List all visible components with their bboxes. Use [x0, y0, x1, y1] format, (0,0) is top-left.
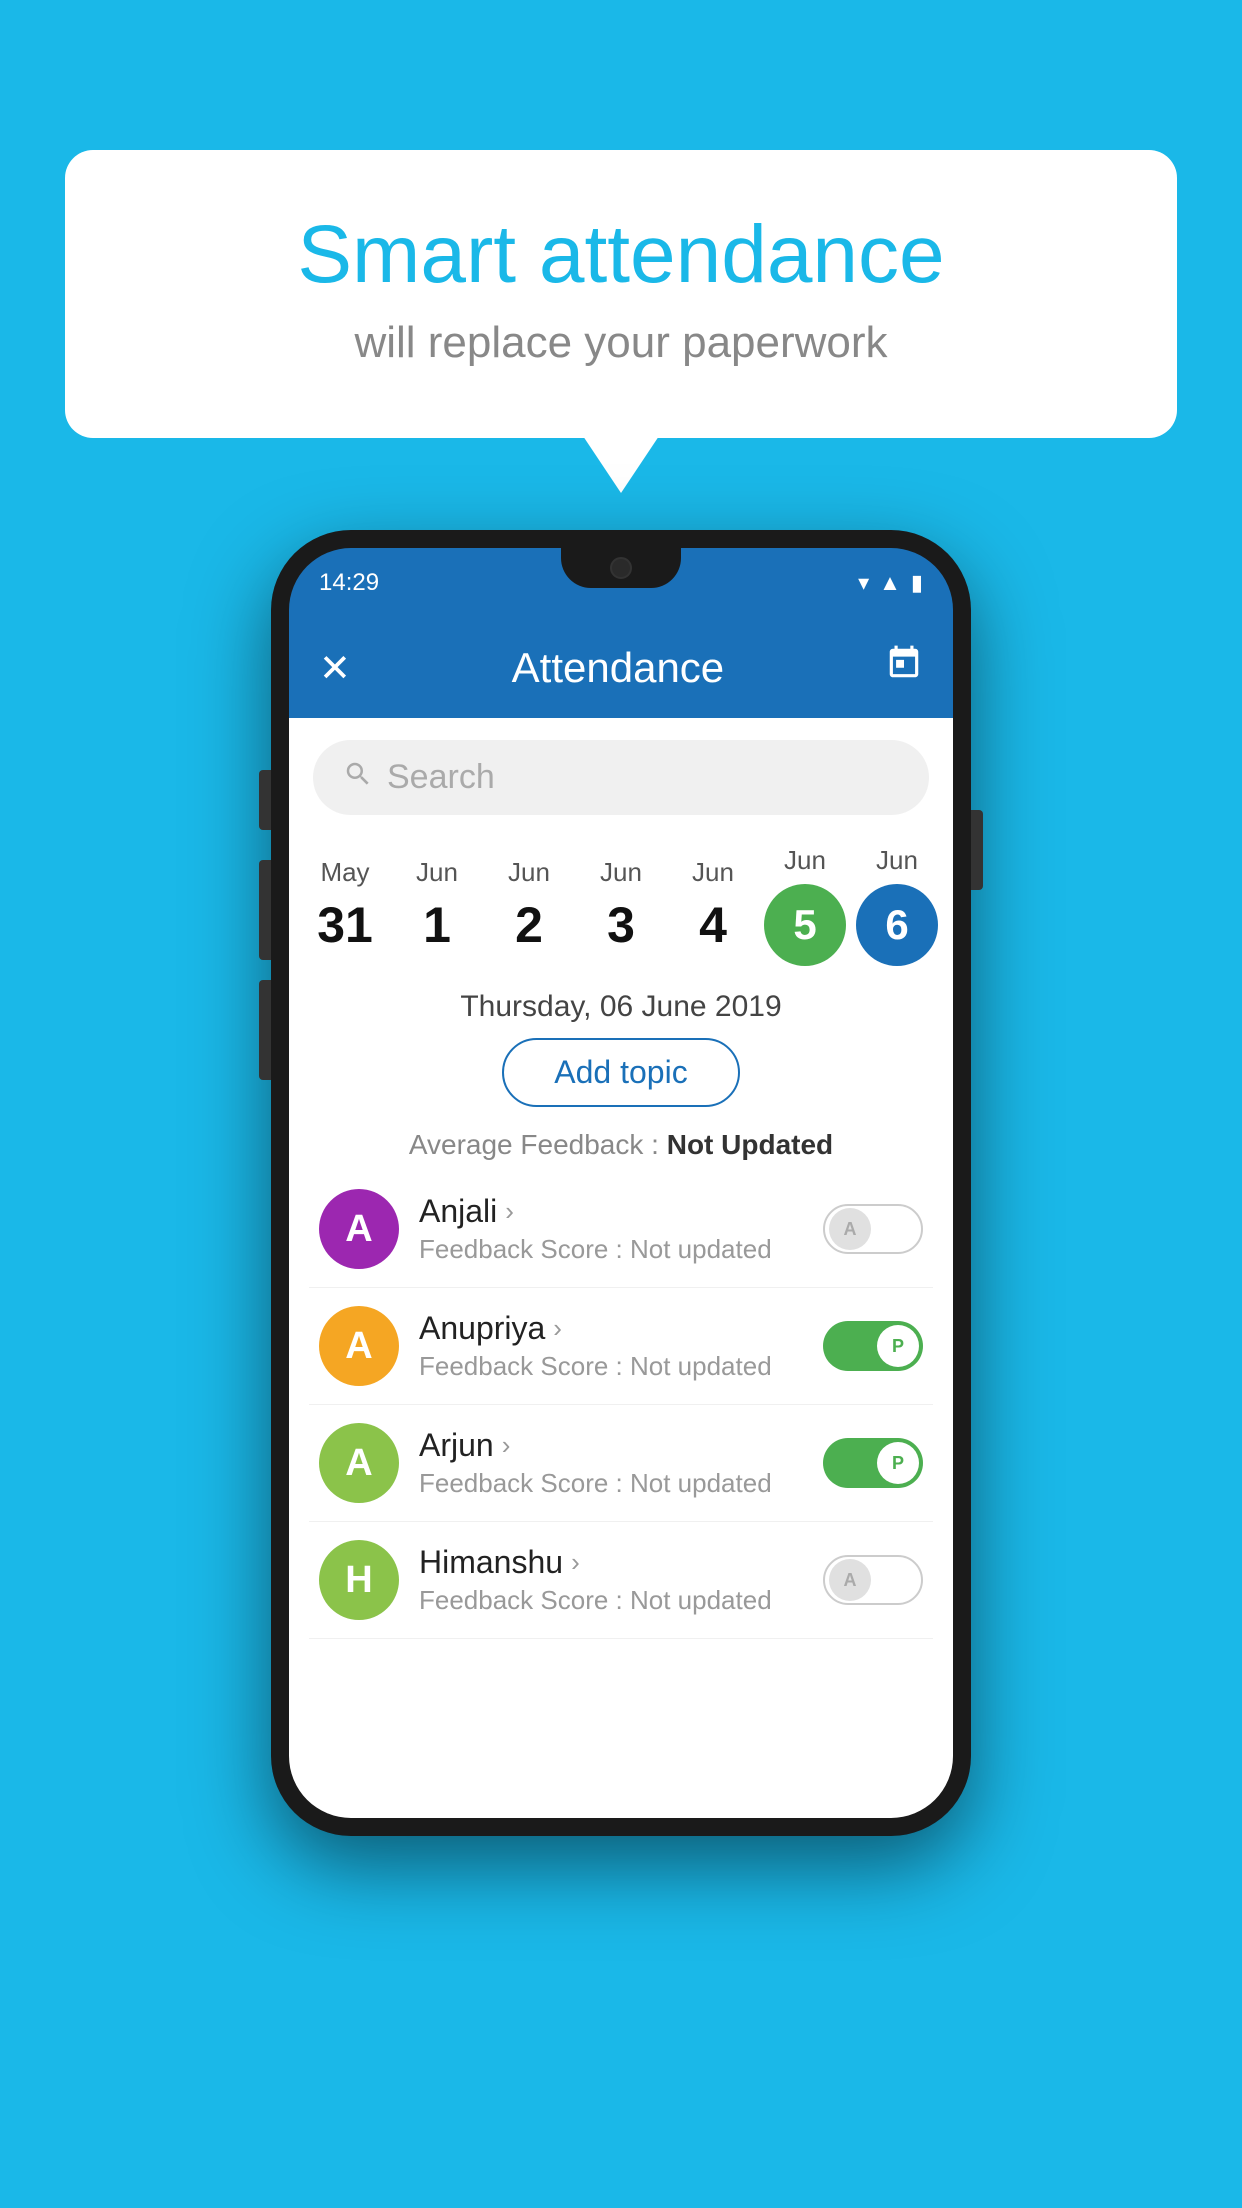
wifi-icon: ▾	[858, 570, 869, 596]
bubble-subtitle: will replace your paperwork	[145, 318, 1097, 368]
selected-date: Thursday, 06 June 2019	[309, 990, 933, 1024]
app-bar-title: Attendance	[512, 644, 725, 692]
volume-up-button	[259, 860, 271, 960]
toggle-on-1[interactable]: P	[823, 1321, 923, 1371]
date-day-4: 4	[699, 896, 727, 954]
date-item-3[interactable]: Jun 3	[576, 857, 666, 954]
notch	[561, 548, 681, 588]
add-topic-button[interactable]: Add topic	[502, 1038, 739, 1107]
date-month-1: Jun	[416, 857, 458, 888]
volume-down-button	[259, 980, 271, 1080]
toggle-off-3[interactable]: A	[823, 1555, 923, 1605]
chevron-icon-3: ›	[571, 1547, 580, 1578]
toggle-3[interactable]: A	[823, 1555, 923, 1605]
bubble-title: Smart attendance	[145, 210, 1097, 300]
date-item-2[interactable]: Jun 2	[484, 857, 574, 954]
chevron-icon-2: ›	[502, 1430, 511, 1461]
toggle-0[interactable]: A	[823, 1204, 923, 1254]
avatar-0: A	[319, 1189, 399, 1269]
date-month-2: Jun	[508, 857, 550, 888]
date-month-5: Jun	[784, 845, 826, 876]
student-info-2: Arjun › Feedback Score : Not updated	[419, 1427, 803, 1499]
student-row-3[interactable]: HHimanshu ›Feedback Score : Not updated …	[309, 1522, 933, 1639]
speech-bubble-container: Smart attendance will replace your paper…	[65, 150, 1177, 438]
chevron-icon-0: ›	[505, 1196, 514, 1227]
app-bar: ✕ Attendance	[289, 618, 953, 718]
calendar-icon[interactable]	[885, 644, 923, 692]
student-row-2[interactable]: A Arjun › Feedback Score : Not updated P	[309, 1405, 933, 1522]
student-list: A Anjali › Feedback Score : Not updated A …	[289, 1171, 953, 1639]
student-info-3: Himanshu › Feedback Score : Not updated	[419, 1544, 803, 1616]
date-item-6[interactable]: Jun 6	[852, 845, 942, 966]
status-icons: ▾ ▲ ▮	[858, 570, 923, 596]
student-name-1: Anupriya ›	[419, 1310, 803, 1347]
toggle-thumb-1: P	[877, 1325, 919, 1367]
toggle-thumb-2: P	[877, 1442, 919, 1484]
avg-feedback-value: Not Updated	[667, 1129, 833, 1160]
phone-outer: 14:29 ▾ ▲ ▮ ✕ Attendance	[271, 530, 971, 1836]
date-month-4: Jun	[692, 857, 734, 888]
toggle-1[interactable]: P	[823, 1321, 923, 1371]
search-placeholder: Search	[387, 758, 495, 797]
avatar-2: A	[319, 1423, 399, 1503]
date-item-4[interactable]: Jun 4	[668, 857, 758, 954]
feedback-score-3: Feedback Score : Not updated	[419, 1585, 803, 1616]
student-name-3: Himanshu ›	[419, 1544, 803, 1581]
avg-feedback-label: Average Feedback :	[409, 1129, 659, 1160]
toggle-thumb-0: A	[829, 1208, 871, 1250]
toggle-thumb-3: A	[829, 1559, 871, 1601]
search-icon	[343, 759, 373, 797]
info-section: Thursday, 06 June 2019 Add topic Average…	[289, 966, 953, 1171]
date-item-1[interactable]: Jun 1	[392, 857, 482, 954]
student-info-1: Anupriya › Feedback Score : Not updated	[419, 1310, 803, 1382]
date-item-0[interactable]: May 31	[300, 857, 390, 954]
status-bar: 14:29 ▾ ▲ ▮	[289, 548, 953, 618]
power-button	[971, 810, 983, 890]
student-name-0: Anjali ›	[419, 1193, 803, 1230]
chevron-icon-1: ›	[553, 1313, 562, 1344]
date-item-5[interactable]: Jun 5	[760, 845, 850, 966]
feedback-score-1: Feedback Score : Not updated	[419, 1351, 803, 1382]
toggle-on-2[interactable]: P	[823, 1438, 923, 1488]
toggle-2[interactable]: P	[823, 1438, 923, 1488]
student-row-0[interactable]: A Anjali › Feedback Score : Not updated A	[309, 1171, 933, 1288]
student-row-1[interactable]: AAnupriya ›Feedback Score : Not updated …	[309, 1288, 933, 1405]
battery-icon: ▮	[911, 570, 923, 596]
phone-mockup: 14:29 ▾ ▲ ▮ ✕ Attendance	[271, 530, 971, 1836]
phone-screen: Search May 31 Jun 1 Jun 2 Jun 3 Jun 4 Jun 5 Jun 6 Thu…	[289, 718, 953, 1818]
search-bar[interactable]: Search	[313, 740, 929, 815]
date-month-6: Jun	[876, 845, 918, 876]
date-day-0: 31	[317, 896, 373, 954]
date-day-5: 5	[764, 884, 846, 966]
avatar-3: H	[319, 1540, 399, 1620]
status-time: 14:29	[319, 569, 379, 597]
avatar-1: A	[319, 1306, 399, 1386]
toggle-off-0[interactable]: A	[823, 1204, 923, 1254]
date-month-0: May	[320, 857, 369, 888]
feedback-score-0: Feedback Score : Not updated	[419, 1234, 803, 1265]
signal-icon: ▲	[879, 570, 901, 596]
date-month-3: Jun	[600, 857, 642, 888]
student-info-0: Anjali › Feedback Score : Not updated	[419, 1193, 803, 1265]
student-name-2: Arjun ›	[419, 1427, 803, 1464]
avg-feedback: Average Feedback : Not Updated	[309, 1129, 933, 1161]
date-day-1: 1	[423, 896, 451, 954]
speech-bubble: Smart attendance will replace your paper…	[65, 150, 1177, 438]
camera	[610, 557, 632, 579]
date-day-3: 3	[607, 896, 635, 954]
date-day-6: 6	[856, 884, 938, 966]
close-button[interactable]: ✕	[319, 646, 351, 691]
date-day-2: 2	[515, 896, 543, 954]
feedback-score-2: Feedback Score : Not updated	[419, 1468, 803, 1499]
date-strip: May 31 Jun 1 Jun 2 Jun 3 Jun 4 Jun 5 Jun 6	[289, 825, 953, 966]
mute-button	[259, 770, 271, 830]
